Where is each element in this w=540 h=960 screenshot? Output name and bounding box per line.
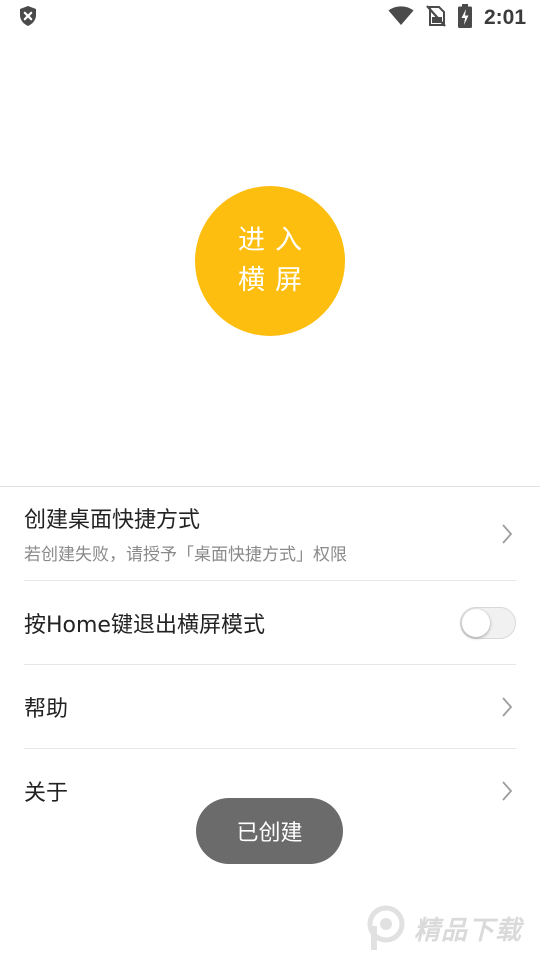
chevron-right-icon — [502, 696, 513, 717]
home-key-exit-toggle[interactable] — [460, 606, 516, 639]
status-bar: 2:01 — [0, 0, 540, 36]
watermark-p-icon — [367, 905, 405, 950]
create-shortcut-subtitle: 若创建失败，请授予「桌面快捷方式」权限 — [24, 545, 347, 565]
help-title: 帮助 — [24, 696, 69, 722]
chevron-right-icon — [502, 781, 513, 801]
help-row[interactable]: 帮助 — [24, 665, 516, 749]
create-shortcut-title: 创建桌面快捷方式 — [24, 508, 201, 533]
settings-list: 创建桌面快捷方式 若创建失败，请授予「桌面快捷方式」权限 按Home键退出横屏模… — [0, 486, 540, 833]
watermark-text: 精品下载 — [414, 915, 523, 946]
create-shortcut-row[interactable]: 创建桌面快捷方式 若创建失败，请授予「桌面快捷方式」权限 — [24, 487, 516, 581]
toast-message: 已创建 — [196, 798, 343, 864]
watermark-logo: 精品下载 — [366, 902, 534, 954]
wifi-icon — [388, 6, 414, 30]
clock-time: 2:01 — [483, 6, 526, 29]
enter-button-line2: 横屏 — [238, 265, 312, 296]
enter-button-line1: 进入 — [238, 225, 312, 256]
battery-charging-icon — [457, 4, 472, 32]
enter-landscape-button[interactable]: 进入 横屏 — [195, 186, 345, 336]
shield-x-icon — [18, 5, 38, 31]
toggle-knob — [462, 608, 490, 637]
toast-text: 已创建 — [236, 821, 303, 846]
home-key-exit-title: 按Home键退出横屏模式 — [24, 612, 265, 638]
no-sim-icon — [426, 5, 446, 31]
app-screen: 2:01 进入 横屏 创建桌面快捷方式 若创建失败，请授予「桌面快捷方式」权限 … — [0, 0, 540, 960]
home-key-exit-row: 按Home键退出横屏模式 — [24, 581, 516, 665]
about-title: 关于 — [24, 781, 69, 806]
chevron-right-icon — [502, 523, 513, 544]
